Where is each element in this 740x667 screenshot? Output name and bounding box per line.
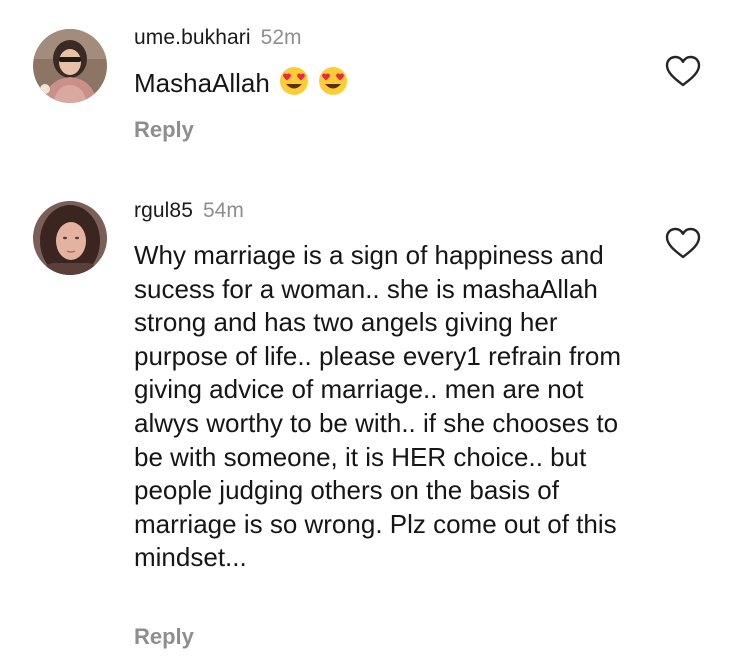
comment-item: ume.bukhari 52m MashaAllah Reply [0,0,740,170]
comment-text: MashaAllah [134,66,624,105]
comment-meta: rgul85 54m [134,199,244,223]
like-heart-icon[interactable] [664,226,702,260]
comment-text-content: MashaAllah [134,68,270,98]
timestamp: 52m [260,26,302,49]
comment-text: Why marriage is a sign of happiness and … [134,240,622,573]
like-heart-icon[interactable] [664,54,702,88]
reply-button[interactable]: Reply [134,117,194,143]
timestamp: 54m [202,199,244,222]
reply-button[interactable]: Reply [134,624,194,650]
username[interactable]: ume.bukhari [134,26,251,50]
avatar[interactable] [33,201,107,275]
avatar[interactable] [33,29,107,103]
heart-eyes-emoji-icon [318,66,348,105]
heart-eyes-emoji-icon [279,66,309,105]
comment-meta: ume.bukhari 52m [134,26,302,50]
username[interactable]: rgul85 [134,199,193,223]
comment-item: rgul85 54m Why marriage is a sign of hap… [0,170,740,667]
